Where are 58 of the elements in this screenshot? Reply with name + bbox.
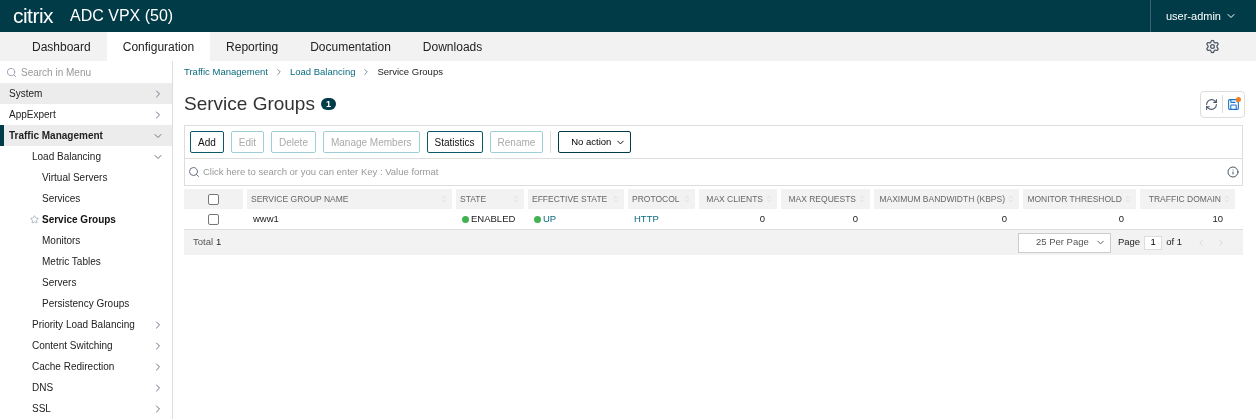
select-all-checkbox[interactable] [208, 193, 219, 205]
table-cell-text: 0 [1118, 211, 1124, 226]
sidebar-item[interactable]: Load Balancing [0, 146, 172, 167]
table-search-field[interactable]: Click here to search or you can enter Key : Value format [184, 159, 1243, 186]
row-checkbox[interactable] [208, 213, 219, 225]
sidebar-item[interactable]: DNS [0, 377, 172, 398]
breadcrumb-link[interactable]: Load Balancing [289, 64, 356, 80]
page-title: Service Groups [184, 91, 315, 116]
search-icon [6, 66, 17, 78]
logo: citrix [13, 3, 53, 30]
sidebar-item[interactable]: Persistency Groups [0, 293, 172, 314]
sidebar-item[interactable]: Virtual Servers [0, 167, 172, 188]
sidebar-item[interactable]: Priority Load Balancing [0, 314, 172, 335]
table-cell-text: 10 [1212, 211, 1223, 226]
menu-search-field[interactable]: Search in Menu [21, 64, 161, 80]
page-field[interactable]: 1 [1144, 235, 1163, 250]
sidebar-item[interactable]: Traffic Management [0, 125, 172, 146]
action-select[interactable]: No action [558, 131, 632, 153]
sidebar-item[interactable]: AppExpert [0, 104, 172, 125]
table-cell-text: 0 [759, 211, 765, 226]
sidebar-item[interactable]: Service Groups [0, 209, 172, 230]
toolbar-button[interactable]: Statistics [426, 131, 483, 153]
status-cell[interactable]: UP [534, 211, 557, 227]
search-input[interactable]: Click here to search or you can enter Key : Value format [203, 164, 1224, 180]
refresh-icon[interactable] [1205, 97, 1218, 111]
table-cell-text: www1 [253, 211, 279, 226]
per-page-select[interactable]: 25 Per Page [1017, 232, 1111, 253]
sidebar-item[interactable]: Monitors [0, 230, 172, 251]
sidebar-item[interactable]: Metric Tables [0, 251, 172, 272]
sidebar-item[interactable]: Servers [0, 272, 172, 293]
nav-tab[interactable]: Dashboard [16, 32, 107, 61]
toolbar-button[interactable]: Add [190, 131, 224, 153]
status-cell: ENABLED [462, 211, 516, 227]
sidebar-item[interactable]: SSL [0, 398, 172, 419]
sidebar-item[interactable]: Content Switching [0, 335, 172, 356]
nav-tab[interactable]: Configuration [106, 32, 211, 61]
star-icon [30, 215, 39, 224]
sidebar-item[interactable]: Services [0, 188, 172, 209]
page-label: Page [1117, 235, 1141, 250]
sidebar-item[interactable]: System [0, 83, 172, 104]
app-title: ADC VPX (50) [70, 6, 174, 26]
settings-icon[interactable] [1205, 39, 1220, 54]
sidebar-item[interactable]: Cache Redirection [0, 356, 172, 377]
count-badge: 1 [320, 98, 336, 110]
total-label: Total [193, 235, 214, 250]
info-icon[interactable] [1227, 166, 1239, 178]
total-count: 1 [216, 235, 222, 250]
breadcrumb-link[interactable]: Traffic Management [184, 64, 268, 80]
save-icon[interactable] [1227, 97, 1240, 111]
breadcrumb-current: Service Groups [377, 64, 443, 79]
nav-tab[interactable]: Reporting [210, 32, 295, 61]
table-cell-text: 0 [852, 211, 858, 226]
table-cell-text: 0 [1001, 211, 1007, 226]
nav-tab[interactable]: Downloads [406, 32, 499, 61]
protocol-link[interactable]: HTTP [634, 211, 659, 227]
page-total: of 1 [1166, 235, 1182, 250]
search-icon [188, 166, 200, 178]
nav-tab[interactable]: Documentation [294, 32, 407, 61]
